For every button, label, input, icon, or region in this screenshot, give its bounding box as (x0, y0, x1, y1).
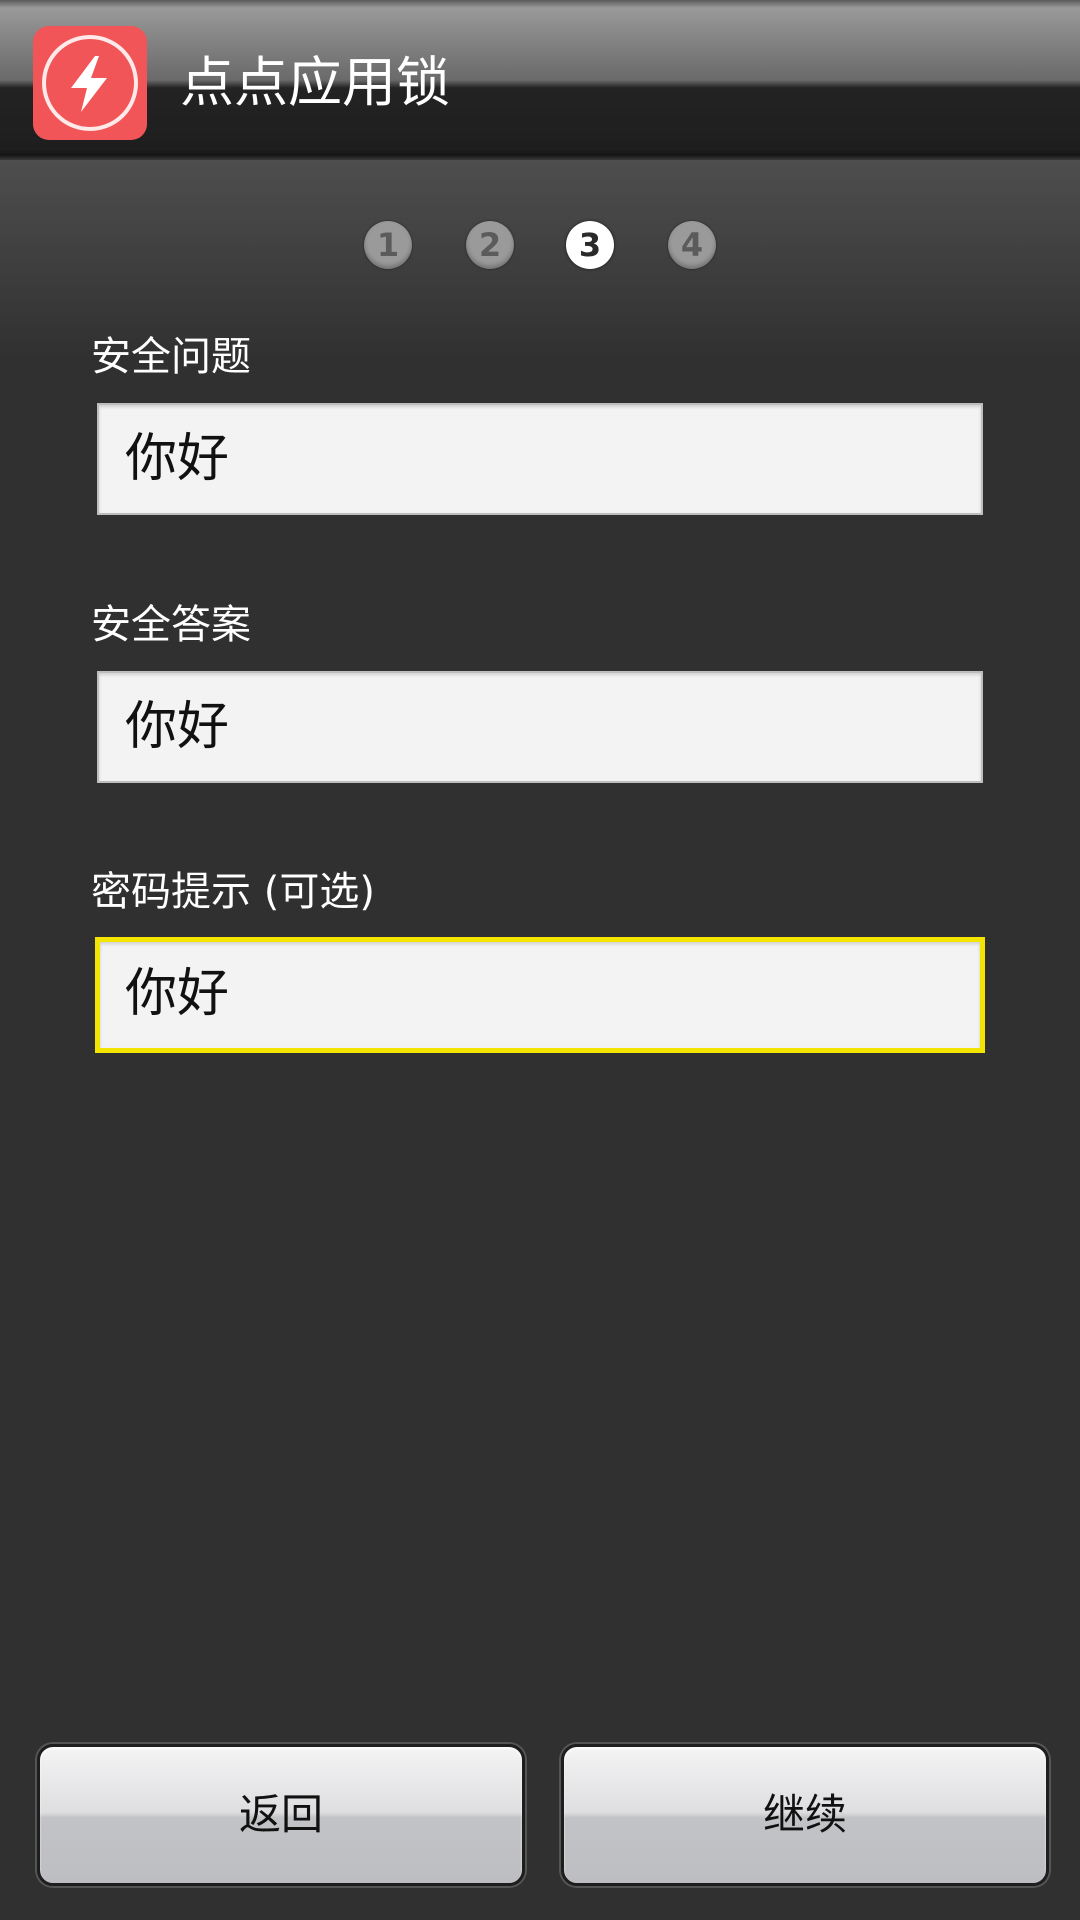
step-1-indicator: 1 (364, 221, 412, 269)
continue-button[interactable]: 继续 (561, 1744, 1049, 1886)
step-indicator: 1 2 3 4 (0, 221, 1080, 273)
step-3-indicator: 3 (566, 221, 614, 269)
password-hint-input[interactable]: 你好 (95, 937, 985, 1053)
security-answer-label: 安全答案 (91, 602, 251, 648)
step-2-indicator: 2 (466, 221, 514, 269)
security-answer-input[interactable]: 你好 (97, 671, 983, 783)
step-4-indicator: 4 (668, 221, 716, 269)
app-title: 点点应用锁 (180, 51, 450, 114)
back-button[interactable]: 返回 (37, 1744, 525, 1886)
security-question-input[interactable]: 你好 (97, 403, 983, 515)
title-bar: 点点应用锁 (0, 0, 1080, 160)
password-hint-label: 密码提示 (可选) (91, 869, 375, 915)
app-logo-icon (33, 26, 147, 140)
security-question-label: 安全问题 (91, 334, 251, 380)
lightning-bolt-icon (71, 56, 107, 112)
